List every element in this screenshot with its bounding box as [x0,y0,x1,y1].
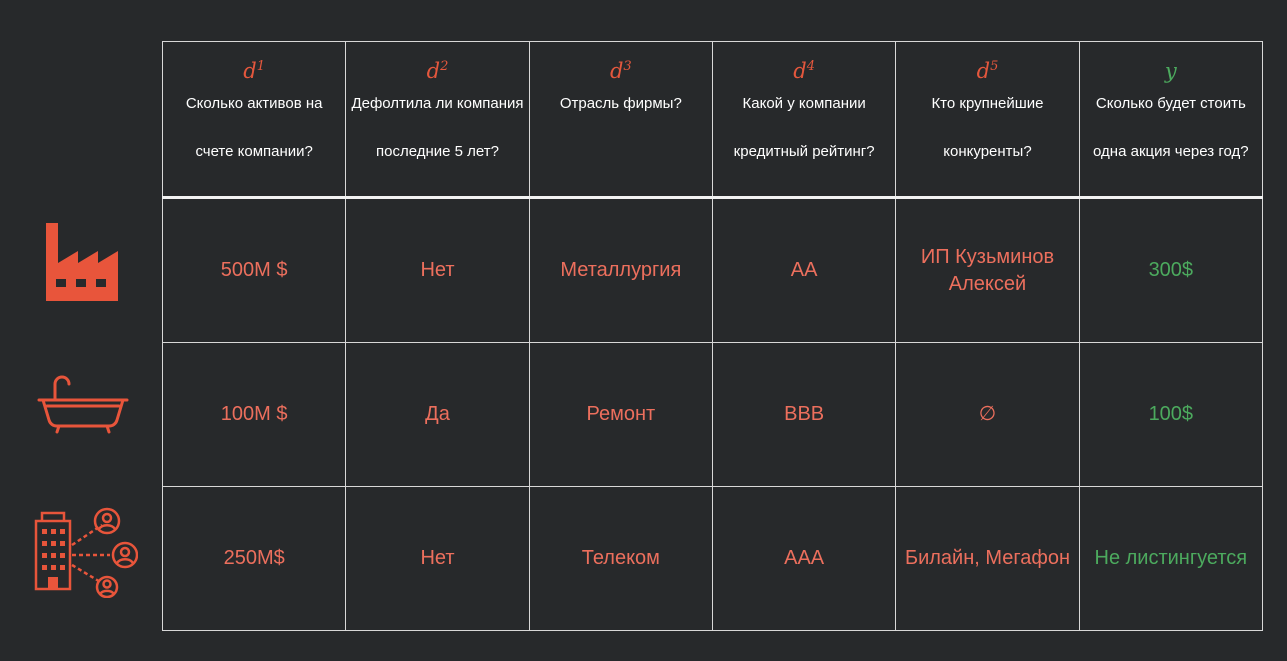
cell-rating: AAA [711,486,897,631]
question-d5: Кто крупнейшие конкуренты? [931,95,1044,160]
cell-assets: 250M$ [161,486,347,631]
cell-price: Не листингуется [1078,486,1264,631]
header-cell-d5: d5 Кто крупнейшие конкуренты? [895,41,1080,199]
cell-assets: 100M $ [161,342,347,487]
office-network-icon [20,500,145,600]
slide: d1 Сколько активов на счете компании? d2… [0,0,1287,661]
cell-industry: Металлургия [528,197,713,343]
cell-competitors: ИП Кузьминов Алексей [895,197,1080,343]
cell-price: 100$ [1078,342,1264,487]
header-cell-d2: d2 Дефолтила ли компания последние 5 лет… [345,41,530,199]
header-cell-d1: d1 Сколько активов на счете компании? [161,41,347,199]
question-d3: Отрасль фирмы? [559,95,682,112]
header-cell-y: y Сколько будет стоить одна акция через … [1078,41,1264,199]
cell-rating: AA [711,197,897,343]
bathtub-icon [20,365,145,445]
factory-icon [20,205,145,310]
table-row: 250M$ Нет Телеком AAA Билайн, Мегафон Не… [161,486,1264,631]
table-row: 100M $ Да Ремонт BBB ∅ 100$ [161,342,1264,487]
cell-competitors: ∅ [895,342,1080,487]
question-d1: Сколько активов на счете компании? [185,95,323,160]
header-cell-d3: d3 Отрасль фирмы? [528,41,713,199]
cell-assets: 500M $ [161,197,347,343]
cell-default: Нет [345,197,530,343]
cell-rating: BBB [711,342,897,487]
table-row: 500M $ Нет Металлургия AA ИП Кузьминов А… [161,197,1264,343]
header-row: d1 Сколько активов на счете компании? d2… [161,41,1264,199]
question-d2: Дефолтила ли компания последние 5 лет? [351,95,524,160]
cell-default: Да [345,342,530,487]
cell-industry: Телеком [528,486,713,631]
features-table: d1 Сколько активов на счете компании? d2… [161,41,1264,631]
cell-industry: Ремонт [528,342,713,487]
header-cell-d4: d4 Какой у компании кредитный рейтинг? [711,41,897,199]
question-d4: Какой у компании кредитный рейтинг? [733,95,875,160]
cell-default: Нет [345,486,530,631]
question-y: Сколько будет стоить одна акция через го… [1093,95,1249,160]
cell-price: 300$ [1078,197,1264,343]
cell-competitors: Билайн, Мегафон [895,486,1080,631]
row-icons [20,0,145,661]
